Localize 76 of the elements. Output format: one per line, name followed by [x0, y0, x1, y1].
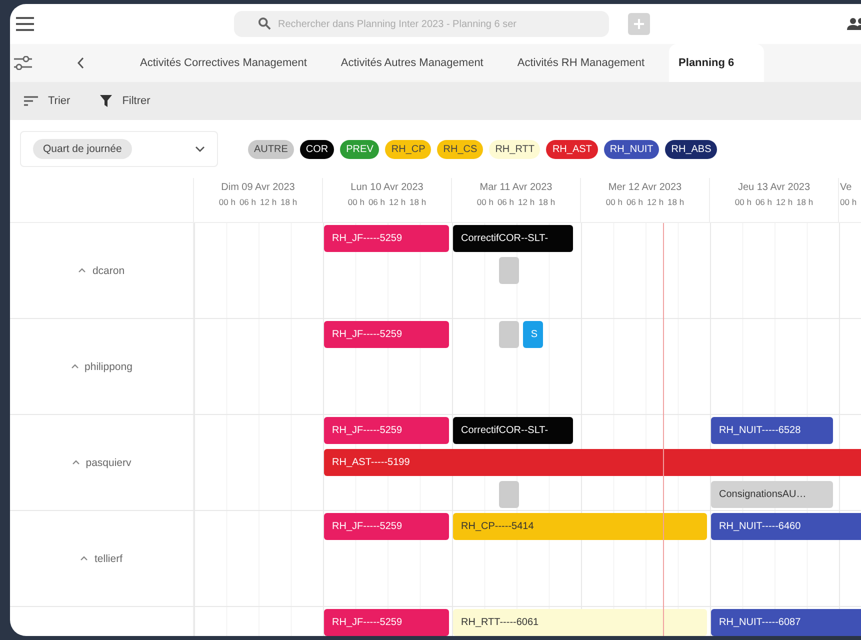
hour-label: 18 h: [538, 197, 556, 207]
event-bar[interactable]: RH_JF-----5259: [324, 417, 449, 444]
legend-chip: PREV: [340, 140, 380, 158]
tab[interactable]: Activités Autres Management: [330, 44, 494, 82]
event-bar[interactable]: RH_JF-----5259: [324, 513, 449, 540]
hour-label: 00 h: [734, 197, 752, 207]
event-bar[interactable]: RH_NUIT-----6087: [711, 609, 861, 636]
users-icon[interactable]: [847, 17, 861, 31]
hour-label: 06 h: [755, 197, 772, 207]
plus-icon: [634, 19, 644, 29]
sort-button[interactable]: Trier: [20, 91, 74, 111]
chevron-down-icon: [195, 146, 205, 152]
day-label: Mar 11 Avr 2023: [480, 182, 552, 193]
event-bar[interactable]: RH_NUIT-----6528: [711, 417, 834, 444]
hour-label: 00 h: [840, 197, 857, 207]
legend-chip: RH_CP: [385, 140, 432, 158]
hour-label: 00 h: [218, 197, 236, 207]
hour-label: 00 h: [606, 197, 622, 207]
caret-icon[interactable]: [80, 556, 88, 561]
event-bar[interactable]: ConsignationsAU…: [711, 481, 834, 508]
hour-label: 12 h: [776, 197, 793, 207]
legend-chip: RH_AST: [546, 140, 598, 158]
hour-label: 18 h: [280, 197, 298, 207]
caret-icon[interactable]: [70, 364, 79, 369]
event-bar[interactable]: RH_JF-----5259: [324, 225, 449, 252]
menu-icon[interactable]: [16, 17, 34, 31]
hour-label: 12 h: [260, 197, 277, 207]
event-bar[interactable]: CorrectifCOR--SLT-: [453, 225, 573, 252]
caret-icon[interactable]: [72, 460, 80, 465]
chevron-left-icon[interactable]: [77, 57, 85, 69]
legend-chip: AUTRE: [248, 140, 294, 158]
sort-icon: [24, 96, 38, 106]
hour-label: 06 h: [626, 197, 643, 207]
period-select[interactable]: Quart de journée: [20, 131, 218, 167]
hour-label: 00 h: [348, 197, 364, 207]
legend-chip: RH_ABS: [665, 140, 718, 158]
legend-chip: RH_CS: [437, 140, 484, 158]
hour-label: 06 h: [368, 197, 385, 207]
hour-label: 18 h: [668, 197, 684, 207]
funnel-icon: [100, 95, 112, 107]
hour-label: 12 h: [389, 197, 406, 207]
event-bar[interactable]: RH_RTT-----6061: [453, 609, 707, 636]
legend-chip: COR: [300, 140, 334, 158]
legend-chip: RH_NUIT: [604, 140, 660, 158]
person-name: tellierf: [94, 552, 122, 564]
hour-label: 00 h: [476, 197, 494, 207]
period-chip: Quart de journée: [33, 139, 132, 159]
day-label: Lun 10 Avr 2023: [350, 182, 424, 193]
event-bar[interactable]: RH_AST-----5199: [324, 449, 861, 476]
person-name: pasquierv: [86, 456, 132, 468]
tab[interactable]: Planning 6: [668, 44, 764, 82]
event-bar[interactable]: CorrectifCOR--SLT-: [453, 417, 573, 444]
day-label: Jeu 13 Avr 2023: [738, 182, 810, 193]
caret-icon[interactable]: [78, 268, 86, 273]
hour-label: 12 h: [647, 197, 664, 207]
event-bar[interactable]: RH_JF-----5259: [324, 321, 449, 348]
hour-label: 18 h: [410, 197, 426, 207]
person-name: dcaron: [92, 264, 125, 276]
search-icon: [258, 17, 271, 30]
hour-label: 12 h: [518, 197, 535, 207]
event-bar[interactable]: RH_NUIT-----6460: [711, 513, 861, 540]
person-name: philippong: [84, 360, 132, 372]
filter-button[interactable]: Filtrer: [96, 91, 154, 111]
event-bar[interactable]: RH_CP-----5414: [453, 513, 707, 540]
day-label: Ve: [840, 182, 852, 193]
hour-label: 06 h: [497, 197, 514, 207]
day-label: Mer 12 Avr 2023: [608, 182, 682, 193]
tab[interactable]: Activités RH Management: [507, 44, 655, 82]
day-label: Dim 09 Avr 2023: [221, 182, 295, 193]
search-field[interactable]: Rechercher dans Planning Inter 2023 - Planning 6 ser: [234, 11, 609, 37]
legend-chip: RH_RTT: [489, 140, 540, 158]
event-bar[interactable]: RH_JF-----5259: [324, 609, 449, 636]
sliders-icon[interactable]: [14, 56, 32, 70]
hour-label: 18 h: [796, 197, 814, 207]
tab[interactable]: Activités Correctives Management: [130, 44, 317, 82]
hour-label: 06 h: [239, 197, 256, 207]
